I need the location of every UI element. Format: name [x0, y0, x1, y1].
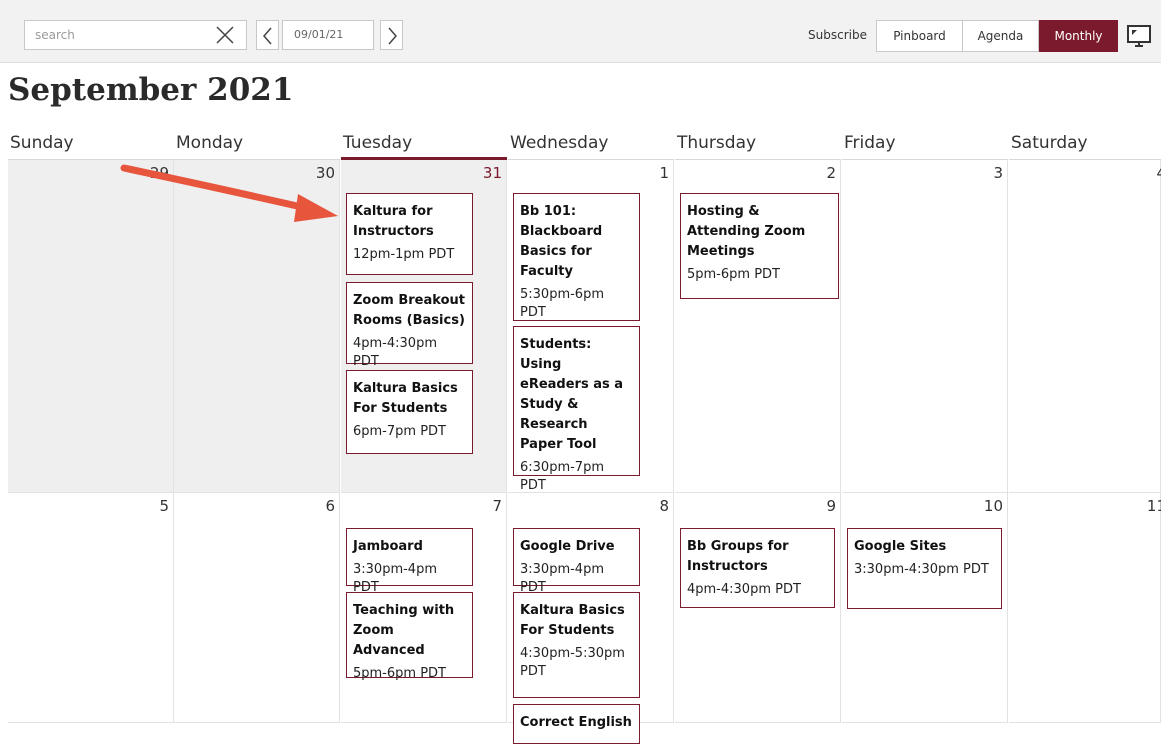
day-number: 29	[149, 164, 169, 182]
day-cell[interactable]: 4	[1009, 160, 1161, 493]
chevron-right-icon	[388, 27, 397, 45]
event-card[interactable]: Google Drive 3:30pm-4pm PDT	[513, 528, 640, 595]
weekday-header-friday: Friday	[842, 133, 1008, 160]
weekday-header-thursday: Thursday	[675, 133, 841, 160]
weekday-header-saturday: Saturday	[1009, 133, 1161, 160]
previous-button[interactable]	[256, 20, 279, 50]
day-cell[interactable]: 5	[8, 493, 174, 723]
event-title: Bb 101: Blackboard Basics for Faculty	[520, 204, 603, 279]
day-cell-today[interactable]: 31 Kaltura for Instructors 12pm-1pm PDT …	[341, 160, 507, 493]
day-cell[interactable]: 10 Google Sites 3:30pm-4:30pm PDT	[842, 493, 1008, 723]
page-title: September 2021	[8, 72, 294, 108]
event-title: Students: Using eReaders as a Study & Re…	[520, 337, 624, 452]
day-number: 5	[159, 497, 169, 515]
event-card[interactable]: Kaltura for Instructors 12pm-1pm PDT	[346, 193, 473, 275]
event-title: Zoom Breakout Rooms (Basics)	[353, 293, 465, 328]
event-card[interactable]: Hosting & Attending Zoom Meetings 5pm-6p…	[680, 193, 839, 299]
event-title: Jamboard	[353, 539, 423, 554]
event-card[interactable]: Teaching with Zoom Advanced 5pm-6pm PDT	[346, 592, 473, 681]
day-number: 10	[983, 497, 1003, 515]
event-card[interactable]: Google Sites 3:30pm-4:30pm PDT	[847, 528, 1002, 609]
day-number: 9	[826, 497, 836, 515]
weekday-header-wednesday: Wednesday	[508, 133, 674, 160]
screen-icon[interactable]	[1126, 24, 1152, 52]
day-number: 4	[1156, 164, 1161, 182]
weekday-header-sunday: Sunday	[8, 133, 174, 160]
day-cell[interactable]: 11	[1009, 493, 1161, 723]
event-card[interactable]: Kaltura Basics For Students 4:30pm-5:30p…	[513, 592, 640, 698]
event-title: Kaltura for Instructors	[353, 204, 434, 239]
day-cell[interactable]: 3	[842, 160, 1008, 493]
next-button[interactable]	[380, 20, 403, 50]
event-card[interactable]: Students: Using eReaders as a Study & Re…	[513, 326, 640, 493]
event-time: 4pm-4:30pm PDT	[353, 336, 437, 369]
event-title: Google Sites	[854, 539, 947, 554]
event-time: 6pm-7pm PDT	[353, 424, 446, 439]
event-title: Bb Groups for Instructors	[687, 539, 789, 574]
day-number: 8	[659, 497, 669, 515]
view-pinboard-button[interactable]: Pinboard	[876, 20, 963, 52]
view-agenda-button[interactable]: Agenda	[962, 20, 1039, 52]
day-number: 6	[325, 497, 335, 515]
event-time: 3:30pm-4:30pm PDT	[854, 562, 989, 577]
chevron-left-icon	[263, 27, 272, 45]
day-number: 1	[659, 164, 669, 182]
event-title: Hosting & Attending Zoom Meetings	[687, 204, 806, 259]
day-cell[interactable]: 1 Bb 101: Blackboard Basics for Faculty …	[508, 160, 674, 493]
day-cell[interactable]: 6	[174, 493, 340, 723]
weekday-header-tuesday: Tuesday	[341, 133, 507, 160]
day-cell[interactable]: 7 Jamboard 3:30pm-4pm PDT Teaching with …	[341, 493, 507, 723]
date-field[interactable]: 09/01/21	[282, 20, 374, 50]
day-number: 2	[826, 164, 836, 182]
event-time: 4pm-4:30pm PDT	[687, 582, 801, 597]
day-number: 7	[492, 497, 502, 515]
day-number: 30	[315, 164, 335, 182]
event-title: Kaltura Basics For Students	[520, 603, 625, 638]
event-time: 5pm-6pm PDT	[353, 666, 446, 681]
event-time: 5:30pm-6pm PDT	[520, 287, 604, 320]
event-time: 12pm-1pm PDT	[353, 247, 455, 262]
day-cell[interactable]: 8 Google Drive 3:30pm-4pm PDT Kaltura Ba…	[508, 493, 674, 744]
day-cell[interactable]: 9 Bb Groups for Instructors 4pm-4:30pm P…	[675, 493, 841, 723]
event-title: Correct English	[520, 715, 632, 730]
day-number: 3	[993, 164, 1003, 182]
subscribe-link[interactable]: Subscribe	[808, 20, 867, 50]
event-card[interactable]: Correct English	[513, 704, 640, 744]
event-card[interactable]: Kaltura Basics For Students 6pm-7pm PDT	[346, 370, 473, 454]
event-time: 4:30pm-5:30pm PDT	[520, 646, 625, 679]
event-time: 5pm-6pm PDT	[687, 267, 780, 282]
event-title: Kaltura Basics For Students	[353, 381, 458, 416]
search-input[interactable]	[25, 21, 207, 49]
toolbar: 09/01/21 Subscribe Pinboard Agenda Month…	[0, 0, 1161, 63]
event-card[interactable]: Zoom Breakout Rooms (Basics) 4pm-4:30pm …	[346, 282, 473, 369]
search-box	[24, 20, 247, 50]
close-icon[interactable]	[213, 23, 239, 49]
view-monthly-button[interactable]: Monthly	[1039, 20, 1118, 52]
event-card[interactable]: Jamboard 3:30pm-4pm PDT	[346, 528, 473, 595]
day-number: 31	[482, 164, 502, 182]
event-card[interactable]: Bb Groups for Instructors 4pm-4:30pm PDT	[680, 528, 835, 608]
day-cell[interactable]: 29	[8, 160, 174, 493]
event-title: Google Drive	[520, 539, 615, 554]
day-cell[interactable]: 30	[174, 160, 340, 493]
weekday-header-monday: Monday	[174, 133, 340, 160]
day-cell[interactable]: 2 Hosting & Attending Zoom Meetings 5pm-…	[675, 160, 841, 493]
day-number: 11	[1146, 497, 1161, 515]
event-time: 6:30pm-7pm PDT	[520, 460, 604, 493]
event-card[interactable]: Bb 101: Blackboard Basics for Faculty 5:…	[513, 193, 640, 321]
event-title: Teaching with Zoom Advanced	[353, 603, 455, 658]
